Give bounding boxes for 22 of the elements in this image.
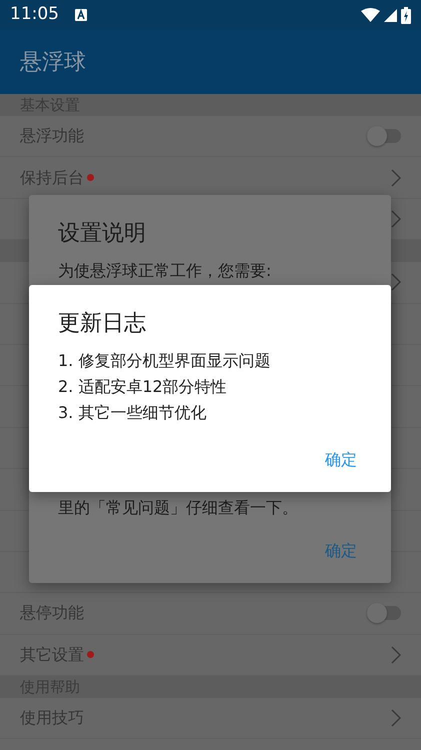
chevron-right-icon [391, 646, 401, 664]
chevron-right-icon [391, 168, 401, 187]
dialog-text: 1. 修复部分机型界面显示问题 [58, 350, 270, 372]
chevron-right-icon [391, 273, 401, 292]
confirm-button[interactable]: 确定 [321, 442, 361, 478]
wifi-icon [361, 8, 380, 22]
chevron-right-icon [391, 709, 401, 728]
dialog-title: 更新日志 [58, 310, 146, 338]
dialog-text: 2. 适配安卓12部分特性 [58, 376, 227, 398]
dialog-text: 里的「常见问题」仔细查看一下。 [58, 497, 298, 519]
notification-icon [75, 9, 87, 21]
toggle-switch[interactable] [367, 129, 401, 144]
dialog-text: 3. 其它一些细节优化 [58, 402, 206, 424]
toggle-switch[interactable] [367, 606, 401, 620]
signal-icon [384, 8, 397, 22]
app-title: 悬浮球 [20, 48, 86, 76]
chevron-right-icon [391, 210, 401, 228]
dialog-text: 为使悬浮球正常工作，您需要: [58, 260, 272, 282]
confirm-button[interactable]: 确定 [321, 533, 361, 569]
battery-icon [401, 6, 411, 24]
status-time: 11:05 [10, 3, 59, 26]
dialog-title: 设置说明 [58, 220, 146, 248]
